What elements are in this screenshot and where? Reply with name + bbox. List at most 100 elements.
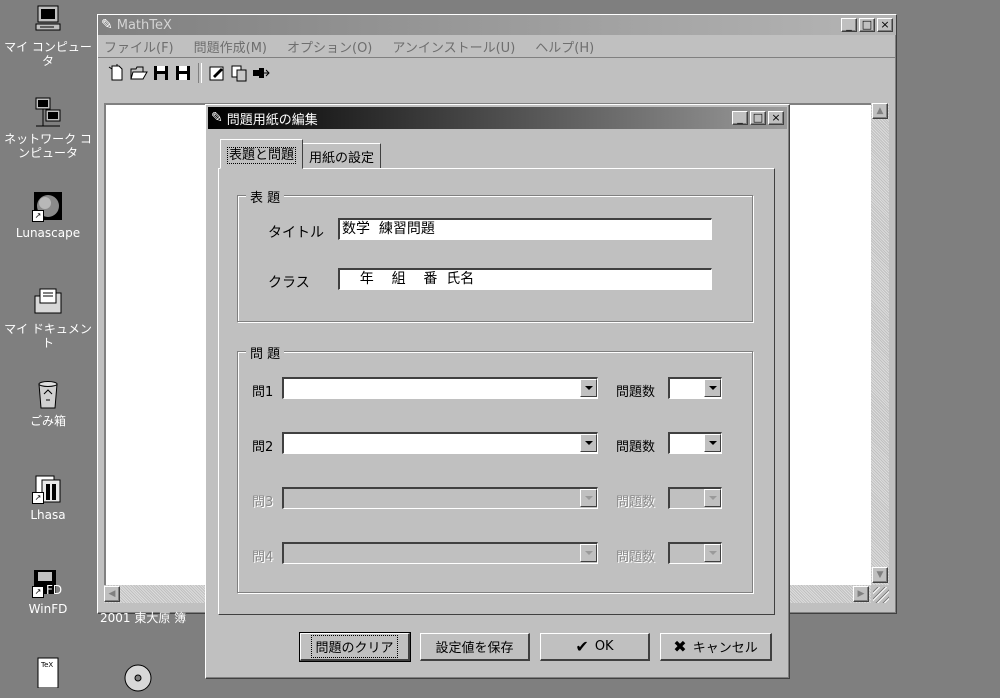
- open-folder-icon: [130, 66, 148, 80]
- tab-panel: 表 題 タイトル 数学 練習問題 クラス 年 組 番 氏名 問 題 問1 問題数…: [218, 168, 775, 615]
- ok-button[interactable]: ✔ OK: [540, 633, 650, 661]
- tab-paper-settings[interactable]: 用紙の設定: [302, 143, 382, 169]
- lunascape-icon: ↗: [32, 190, 64, 222]
- winfd-icon: FD ↗: [32, 566, 64, 598]
- floppy-icon: [176, 66, 190, 80]
- resize-grip-icon[interactable]: [873, 587, 889, 603]
- desktop-icon-winfd[interactable]: FD ↗ WinFD: [0, 566, 96, 616]
- class-label: クラス: [268, 275, 310, 291]
- floppy-icon: [154, 66, 168, 80]
- texwin-shell-icon: TeX: [32, 656, 64, 688]
- desktop-icon-label: ごみ箱: [29, 414, 66, 428]
- cancel-label: キャンセル: [692, 641, 758, 656]
- vertical-scrollbar[interactable]: ▲ ▼: [871, 103, 889, 585]
- dialog-close-button[interactable]: ×: [768, 111, 784, 125]
- edit-paper-button[interactable]: [206, 62, 228, 84]
- folder-icon: [116, 0, 148, 12]
- chevron-down-icon[interactable]: [580, 379, 597, 397]
- problem-1-select[interactable]: [282, 377, 598, 399]
- edit-paper-dialog: ✎ 問題用紙の編集 _ □ × 表題と問題 用紙の設定 表 題 タイトル 数学 …: [205, 104, 790, 679]
- dialog-maximize-button[interactable]: □: [750, 111, 766, 125]
- menubar: ファイル(F) 問題作成(M) オプション(O) アンインストール(U) ヘルプ…: [98, 35, 896, 57]
- desktop-icon-lunascape[interactable]: ↗ Lunascape: [0, 190, 96, 240]
- dialog-minimize-button[interactable]: _: [732, 111, 748, 125]
- problem-3-select: [282, 487, 598, 509]
- chevron-down-icon[interactable]: [704, 379, 721, 397]
- problems-group: 問 題 問1 問題数 問2 問題数 問3 問題数 問4 問題数: [237, 343, 753, 593]
- desktop-icon-recycle-bin[interactable]: ごみ箱: [0, 378, 96, 428]
- menu-help[interactable]: ヘルプ(H): [535, 37, 594, 56]
- problem-4-select: [282, 542, 598, 564]
- desktop-icon-label: マイ ドキュメント: [4, 322, 92, 350]
- recycle-bin-icon: [32, 378, 64, 410]
- toolbar-separator: [198, 63, 202, 83]
- menu-create-problem[interactable]: 問題作成(M): [194, 37, 267, 56]
- plug-icon: [253, 68, 270, 78]
- main-window-title: MathTeX: [116, 17, 172, 33]
- save-settings-label: 設定値を保存: [435, 641, 514, 656]
- scroll-left-button[interactable]: ◀: [104, 586, 120, 602]
- scroll-up-button[interactable]: ▲: [872, 103, 888, 119]
- desktop-icon-label: 2001 東大原 簿: [100, 611, 187, 625]
- clear-problems-button[interactable]: 問題のクリア: [299, 632, 411, 662]
- app-icon: ✎: [101, 17, 113, 33]
- class-input[interactable]: 年 組 番 氏名: [338, 268, 712, 290]
- problems-group-legend: 問 題: [246, 343, 285, 362]
- scroll-right-button[interactable]: ▶: [853, 586, 869, 602]
- copy-button[interactable]: [228, 62, 250, 84]
- desktop-icon-my-computer[interactable]: マイ コンピュータ: [0, 4, 96, 68]
- toolbar: [98, 57, 896, 88]
- dialog-title: 問題用紙の編集: [226, 112, 318, 128]
- problem-4-count-label: 問題数: [616, 550, 656, 565]
- exit-button[interactable]: [250, 62, 272, 84]
- problem-1-label: 問1: [252, 385, 274, 400]
- dialog-titlebar[interactable]: ✎ 問題用紙の編集 _ □ ×: [208, 107, 787, 129]
- close-button[interactable]: ×: [877, 18, 893, 32]
- problem-2-count-label: 問題数: [616, 440, 656, 455]
- problem-3-label: 問3: [252, 495, 274, 510]
- pencil-icon: ✎: [211, 110, 223, 126]
- title-label: タイトル: [268, 225, 324, 241]
- problem-3-count-select: [668, 487, 722, 509]
- tab-title-and-problems[interactable]: 表題と問題: [220, 139, 304, 169]
- edit-sheet-icon: [209, 66, 224, 81]
- checkmark-icon: ✔: [575, 637, 589, 656]
- maximize-button[interactable]: □: [859, 18, 875, 32]
- open-file-button[interactable]: [128, 62, 150, 84]
- new-file-icon: [108, 64, 123, 81]
- save-button[interactable]: [150, 62, 172, 84]
- save-settings-button[interactable]: 設定値を保存: [420, 633, 530, 661]
- scroll-down-button[interactable]: ▼: [872, 567, 888, 583]
- problem-2-count-select[interactable]: [668, 432, 722, 454]
- main-titlebar[interactable]: ✎ MathTeX _ □ ×: [98, 15, 896, 35]
- cancel-button[interactable]: ✖ キャンセル: [660, 633, 772, 661]
- desktop-icon-texwin-shell[interactable]: TeX: [0, 656, 96, 692]
- desktop-icon-network[interactable]: ネットワーク コンピュータ: [0, 96, 96, 160]
- desktop-icon-lhasa[interactable]: ↗ Lhasa: [0, 472, 96, 522]
- chevron-down-icon[interactable]: [704, 434, 721, 452]
- svg-text:TeX: TeX: [40, 661, 53, 669]
- clear-problems-label: 問題のクリア: [311, 635, 398, 658]
- desktop-icon-label: Lunascape: [15, 226, 81, 240]
- svg-text:FD: FD: [46, 583, 62, 597]
- problem-4-label: 問4: [252, 550, 274, 565]
- problem-2-select[interactable]: [282, 432, 598, 454]
- menu-uninstall[interactable]: アンインストール(U): [392, 37, 515, 56]
- minimize-button[interactable]: _: [841, 18, 857, 32]
- title-input[interactable]: 数学 練習問題: [338, 218, 712, 240]
- menu-file[interactable]: ファイル(F): [104, 37, 174, 56]
- desktop-icon-label: Lhasa: [30, 508, 66, 522]
- new-file-button[interactable]: [106, 62, 128, 84]
- chevron-down-icon[interactable]: [580, 434, 597, 452]
- my-computer-icon: [32, 4, 64, 36]
- save-as-button[interactable]: [172, 62, 194, 84]
- desktop-icon-cd[interactable]: [90, 662, 186, 698]
- chevron-down-icon: [580, 489, 597, 507]
- desktop-icon-my-documents[interactable]: マイ ドキュメント: [0, 286, 96, 350]
- x-icon: ✖: [673, 637, 687, 656]
- desktop-icon-label: マイ コンピュータ: [4, 40, 92, 68]
- problem-1-count-select[interactable]: [668, 377, 722, 399]
- menu-options[interactable]: オプション(O): [287, 37, 372, 56]
- my-documents-icon: [32, 286, 64, 318]
- header-group: 表 題 タイトル 数学 練習問題 クラス 年 組 番 氏名: [237, 187, 753, 322]
